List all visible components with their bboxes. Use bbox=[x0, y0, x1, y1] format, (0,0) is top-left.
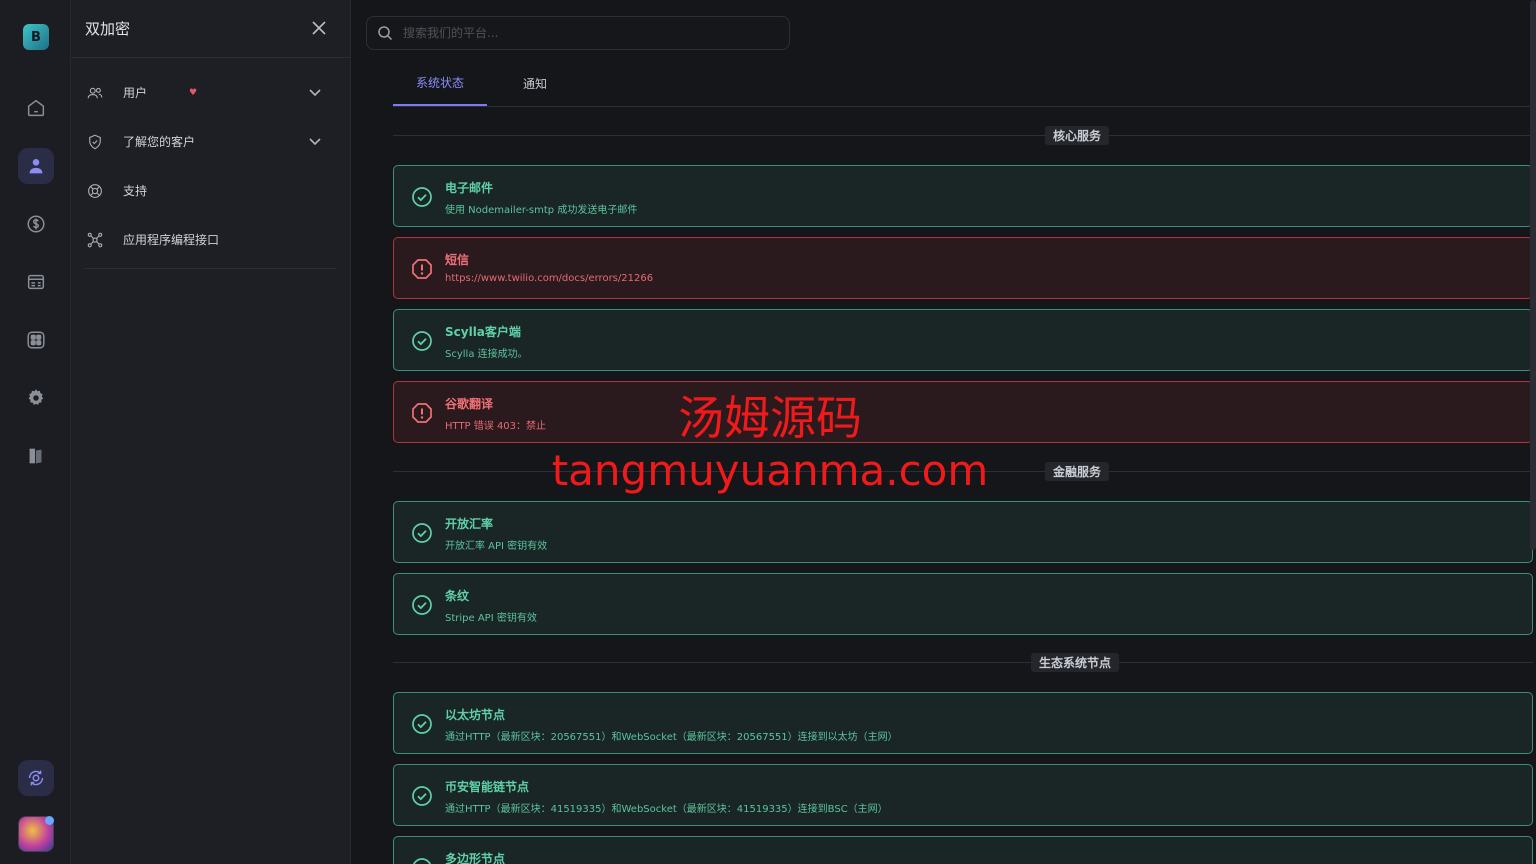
status-card: 以太坊节点 通过HTTP（最新区块：20567551）和WebSocket（最新… bbox=[393, 692, 1533, 754]
section-label: 核心服务 bbox=[1045, 126, 1110, 145]
heart-badge: ♥ bbox=[189, 87, 198, 98]
gear-icon[interactable] bbox=[18, 380, 54, 416]
chevron-down-icon[interactable] bbox=[308, 85, 322, 99]
section-label: 生态系统节点 bbox=[1031, 653, 1120, 672]
settings-sync-icon[interactable] bbox=[18, 760, 54, 796]
status-card: 开放汇率 开放汇率 API 密钥有效 bbox=[393, 501, 1533, 563]
check-circle-icon bbox=[412, 595, 432, 615]
chevron-down-icon[interactable] bbox=[308, 134, 322, 148]
sub-nav-panel: 双加密 用户 ♥ 了解您的客户 支持 应用程序编程接口 bbox=[71, 0, 351, 864]
status-card: Scylla客户端 Scylla 连接成功。 bbox=[393, 309, 1533, 371]
online-indicator bbox=[45, 816, 54, 825]
search-bar[interactable] bbox=[366, 16, 790, 50]
panel-title: 双加密 bbox=[85, 20, 131, 38]
status-card: 谷歌翻译 HTTP 错误 403：禁止 bbox=[393, 381, 1533, 443]
status-card: 条纹 Stripe API 密钥有效 bbox=[393, 573, 1533, 635]
shield-check-icon bbox=[89, 134, 101, 149]
nav-item-label: 了解您的客户 bbox=[123, 135, 196, 149]
check-circle-icon bbox=[412, 187, 432, 207]
status-card: 币安智能链节点 通过HTTP（最新区块：41519335）和WebSocket（… bbox=[393, 764, 1533, 826]
section-divider: 核心服务 bbox=[393, 126, 1533, 145]
check-circle-icon bbox=[412, 523, 432, 543]
user-icon[interactable] bbox=[18, 148, 54, 184]
home-icon[interactable] bbox=[18, 90, 54, 126]
lifebuoy-icon bbox=[88, 183, 102, 198]
card-description: 通过HTTP（最新区块：20567551）和WebSocket（最新区块：205… bbox=[445, 732, 898, 743]
card-title: 短信 bbox=[445, 253, 470, 267]
card-title: 多边形节点 bbox=[445, 852, 506, 864]
status-card: 多边形节点 bbox=[393, 836, 1533, 864]
section-label: 金融服务 bbox=[1045, 462, 1110, 481]
nav-item-kyc[interactable]: 了解您的客户 bbox=[71, 117, 350, 166]
section-divider: 金融服务 bbox=[393, 462, 1533, 481]
nav-item-label: 支持 bbox=[123, 184, 148, 198]
close-icon[interactable] bbox=[309, 18, 329, 38]
check-circle-icon bbox=[412, 331, 432, 351]
scrollbar[interactable] bbox=[1530, 0, 1536, 550]
tab-bar: 系统状态 通知 bbox=[393, 60, 1533, 107]
divider bbox=[85, 268, 336, 269]
card-description: HTTP 错误 403：禁止 bbox=[445, 421, 547, 432]
tab-system-status[interactable]: 系统状态 bbox=[393, 60, 487, 106]
nav-item-label: 用户 bbox=[123, 86, 148, 100]
check-circle-icon bbox=[412, 714, 432, 734]
book-icon[interactable] bbox=[18, 438, 54, 474]
card-description: 开放汇率 API 密钥有效 bbox=[445, 541, 548, 552]
card-description: 使用 Nodemailer-smtp 成功发送电子邮件 bbox=[445, 205, 638, 216]
nav-item-support[interactable]: 支持 bbox=[71, 166, 350, 215]
card-description: Scylla 连接成功。 bbox=[445, 349, 528, 360]
main-content: 系统状态 通知 核心服务 电子邮件 使用 Nodemailer-smtp 成功发… bbox=[351, 0, 1536, 864]
card-description: 通过HTTP（最新区块：41519335）和WebSocket（最新区块：415… bbox=[445, 804, 888, 815]
nav-item-label: 应用程序编程接口 bbox=[123, 233, 220, 247]
panel-nav: 用户 ♥ 了解您的客户 支持 应用程序编程接口 bbox=[71, 58, 350, 264]
users-icon bbox=[87, 87, 103, 98]
section-divider: 生态系统节点 bbox=[393, 653, 1533, 672]
apps-icon[interactable] bbox=[18, 322, 54, 358]
nav-item-users[interactable]: 用户 ♥ bbox=[71, 68, 350, 117]
card-title: 电子邮件 bbox=[445, 181, 494, 195]
dollar-icon[interactable] bbox=[18, 206, 54, 242]
card-title: 以太坊节点 bbox=[445, 708, 506, 722]
check-circle-icon bbox=[412, 786, 432, 806]
card-title: 条纹 bbox=[445, 589, 470, 603]
ledger-icon[interactable] bbox=[18, 264, 54, 300]
check-circle-icon bbox=[413, 858, 431, 864]
card-title: Scylla客户端 bbox=[445, 325, 521, 339]
status-card: 电子邮件 使用 Nodemailer-smtp 成功发送电子邮件 bbox=[393, 165, 1533, 227]
status-card: 短信 https://www.twilio.com/docs/errors/21… bbox=[393, 237, 1533, 299]
api-nodes-icon bbox=[87, 232, 103, 247]
card-title: 开放汇率 bbox=[445, 517, 494, 531]
card-description[interactable]: https://www.twilio.com/docs/errors/21266 bbox=[445, 273, 653, 284]
alert-octagon-icon bbox=[412, 403, 432, 423]
panel-header: 双加密 bbox=[71, 0, 350, 58]
alert-octagon-icon bbox=[412, 259, 432, 279]
search-input[interactable] bbox=[403, 26, 783, 40]
card-description: Stripe API 密钥有效 bbox=[445, 613, 537, 624]
icon-rail: B bbox=[0, 0, 71, 864]
card-title: 谷歌翻译 bbox=[445, 397, 494, 411]
app-logo[interactable]: B bbox=[23, 24, 49, 50]
tab-notifications[interactable]: 通知 bbox=[489, 60, 581, 106]
search-icon bbox=[378, 26, 393, 41]
nav-item-api[interactable]: 应用程序编程接口 bbox=[71, 215, 350, 264]
card-title: 币安智能链节点 bbox=[445, 780, 530, 794]
